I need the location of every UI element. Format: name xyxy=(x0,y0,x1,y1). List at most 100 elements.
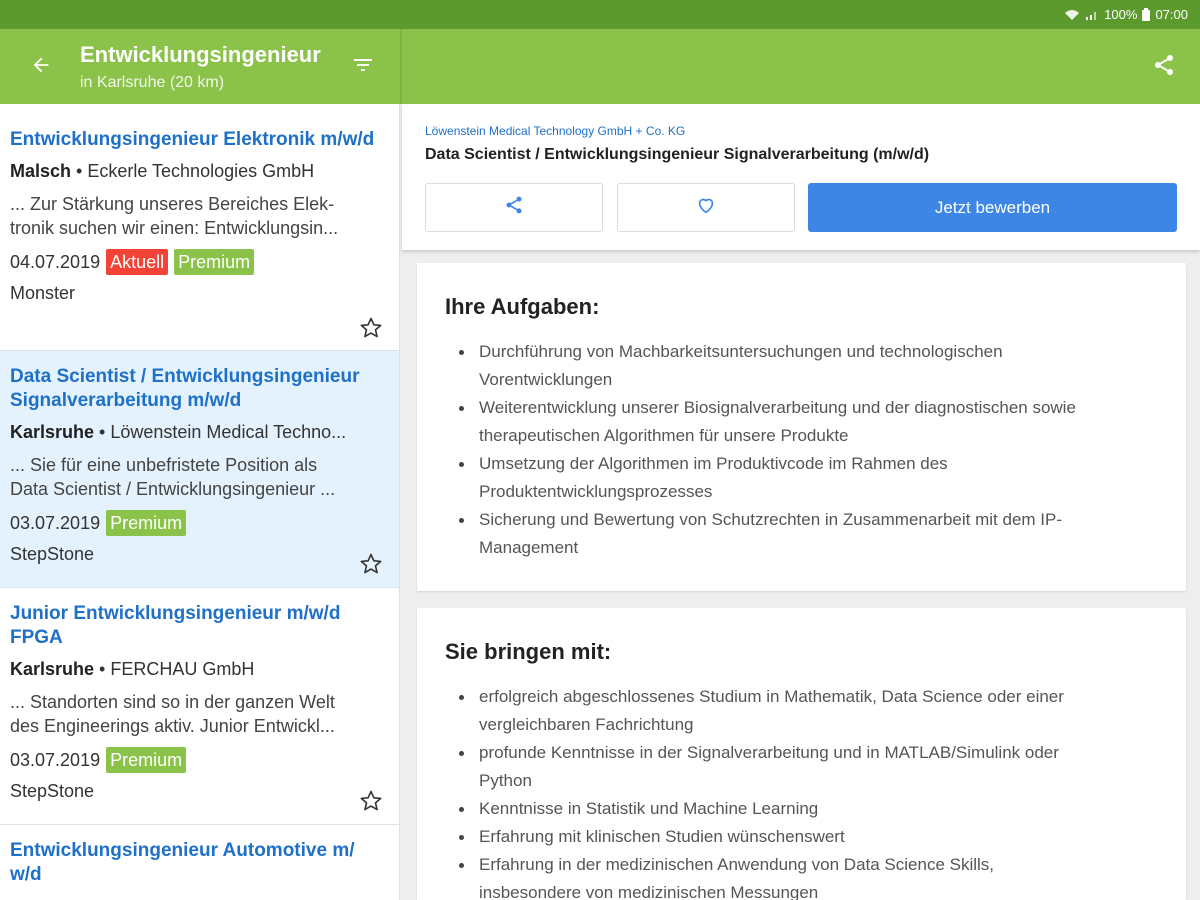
favorite-star-button[interactable] xyxy=(359,316,383,340)
list-item: Sicherung und Bewertung von Schutzrechte… xyxy=(445,506,1158,562)
share-icon xyxy=(504,195,524,220)
apply-button[interactable]: Jetzt bewerben xyxy=(808,183,1177,232)
list-item: Umsetzung der Algorithmen im Produktivco… xyxy=(445,450,1158,506)
battery-percent: 100% xyxy=(1104,7,1138,22)
wifi-icon xyxy=(1064,9,1080,21)
list-item-line: Sicherung und Bewertung von Schutzrechte… xyxy=(479,510,1063,529)
premium-badge: Premium xyxy=(106,510,187,536)
section-heading: Sie bringen mit: xyxy=(445,639,612,664)
job-snippet: ... Standorten sind so in der ganzen Wel… xyxy=(10,690,389,738)
job-location: Malsch xyxy=(10,161,72,181)
job-source: StepStone xyxy=(10,544,95,564)
app-bar: Entwicklungsingenieur in Karlsruhe (20 k… xyxy=(0,29,1200,104)
section-heading: Ihre Aufgaben: xyxy=(445,294,600,319)
job-location-company: Karlsruhe • FERCHAU GmbH xyxy=(10,659,255,679)
list-item: Durchführung von Machbarkeitsuntersuchun… xyxy=(445,338,1158,394)
list-item: profunde Kenntnisse in der Signalverarbe… xyxy=(445,739,1158,795)
search-title: Entwicklungsingenieur xyxy=(80,42,321,67)
section-card-tasks: Ihre Aufgaben: Durchführung von Machbark… xyxy=(417,263,1186,591)
job-company: FERCHAU GmbH xyxy=(110,659,255,679)
job-list-item[interactable]: Junior Entwicklungsingenieur m/w/d FPGA … xyxy=(0,588,399,825)
favorite-button[interactable] xyxy=(617,183,795,232)
job-company: Löwenstein Medical Techno... xyxy=(110,422,347,442)
job-snippet-line: Data Scientist / Entwicklungsingenieur .… xyxy=(10,479,336,499)
star-outline-icon xyxy=(359,553,383,580)
list-item-line: erfolgreich abgeschlossenes Studium in M… xyxy=(479,687,1064,706)
job-snippet: ... Sie für eine unbefristete Position a… xyxy=(10,453,389,501)
section-card-requirements: Sie bringen mit: erfolgreich abgeschloss… xyxy=(417,608,1186,900)
clock: 07:00 xyxy=(1155,7,1188,22)
job-title[interactable]: Entwicklungsingenieur Automotive m/ w/d xyxy=(10,839,389,887)
job-meta-row: 03.07.2019 Premium xyxy=(10,510,389,536)
job-snippet-line: ... Sie für eine unbefristete Position a… xyxy=(10,455,318,475)
job-title[interactable]: Data Scientist / Entwicklungsingenieur S… xyxy=(10,365,389,413)
list-item-line: Erfahrung mit klinischen Studien wünsche… xyxy=(479,827,845,846)
list-item-line: Durchführung von Machbarkeitsuntersuchun… xyxy=(479,342,1003,361)
job-list-item[interactable]: Entwicklungsingenieur Automotive m/ w/d xyxy=(0,825,399,900)
share-icon xyxy=(1152,53,1176,82)
job-date: 03.07.2019 xyxy=(10,749,101,770)
job-snippet-line: des Engineerings aktiv. Junior Entwickl.… xyxy=(10,716,335,736)
job-location-company: Malsch • Eckerle Technologies GmbH xyxy=(10,161,315,181)
search-subtitle: in Karlsruhe (20 km) xyxy=(80,74,225,91)
list-item-line: Erfahrung in der medizinischen Anwendung… xyxy=(479,855,995,874)
list-item: erfolgreich abgeschlossenes Studium in M… xyxy=(445,683,1158,739)
job-title[interactable]: Entwicklungsingenieur Elektronik m/w/d xyxy=(10,128,389,152)
star-outline-icon xyxy=(359,790,383,817)
job-meta-row: 04.07.2019 Aktuell Premium xyxy=(10,249,389,275)
current-badge: Aktuell xyxy=(106,249,169,275)
job-snippet-line: ... Standorten sind so in der ganzen Wel… xyxy=(10,692,335,712)
job-company: Eckerle Technologies GmbH xyxy=(87,161,315,181)
search-header: Entwicklungsingenieur in Karlsruhe (20 k… xyxy=(0,29,400,104)
premium-badge: Premium xyxy=(174,249,255,275)
heart-outline-icon xyxy=(695,194,717,221)
detail-company[interactable]: Löwenstein Medical Technology GmbH + Co.… xyxy=(425,124,685,138)
job-meta-row: 03.07.2019 Premium xyxy=(10,747,389,773)
list-item-line: therapeutischen Algorithmen für unsere P… xyxy=(479,426,849,445)
job-list-item-selected[interactable]: Data Scientist / Entwicklungsingenieur S… xyxy=(0,351,399,588)
list-item-line: profunde Kenntnisse in der Signalverarbe… xyxy=(479,743,1059,762)
job-source: StepStone xyxy=(10,781,95,801)
job-snippet: ... Zur Stärkung unseres Bereiches Elek-… xyxy=(10,192,389,240)
list-item: Erfahrung in der medizinischen Anwendung… xyxy=(445,851,1158,900)
job-list[interactable]: Entwicklungsingenieur Elektronik m/w/d M… xyxy=(0,104,400,900)
job-location-company: Karlsruhe • Löwenstein Medical Techno... xyxy=(10,422,347,442)
battery-icon xyxy=(1142,8,1151,21)
pane-divider xyxy=(400,29,402,104)
list-item-line: Kenntnisse in Statistik und Machine Lear… xyxy=(479,799,819,818)
list-item-line: insbesondere von medizinischen Messungen xyxy=(479,883,819,900)
job-list-item[interactable]: Entwicklungsingenieur Elektronik m/w/d M… xyxy=(0,104,399,351)
star-outline-icon xyxy=(359,317,383,344)
share-button[interactable] xyxy=(1150,53,1178,81)
back-button[interactable] xyxy=(27,53,55,81)
detail-share-button[interactable] xyxy=(425,183,603,232)
detail-job-title: Data Scientist / Entwicklungsingenieur S… xyxy=(425,146,930,163)
list-item-line: Management xyxy=(479,538,579,557)
job-detail-header: Löwenstein Medical Technology GmbH + Co.… xyxy=(402,104,1200,250)
favorite-star-button[interactable] xyxy=(359,552,383,576)
list-item-line: Weiterentwicklung unserer Biosignalverar… xyxy=(479,398,1076,417)
filter-icon xyxy=(351,53,375,82)
signal-icon xyxy=(1085,9,1099,21)
list-item: Weiterentwicklung unserer Biosignalverar… xyxy=(445,394,1158,450)
status-bar: 100% 07:00 xyxy=(0,0,1200,29)
job-location: Karlsruhe xyxy=(10,422,95,442)
job-date: 04.07.2019 xyxy=(10,251,101,272)
job-date: 03.07.2019 xyxy=(10,512,101,533)
job-source: Monster xyxy=(10,283,76,303)
list-item-line: Produktentwicklungsprozesses xyxy=(479,482,713,501)
list-item: Erfahrung mit klinischen Studien wünsche… xyxy=(445,823,1158,851)
section-list: Durchführung von Machbarkeitsuntersuchun… xyxy=(445,338,1158,562)
list-item-line: vergleichbaren Fachrichtung xyxy=(479,715,694,734)
job-location: Karlsruhe xyxy=(10,659,95,679)
premium-badge: Premium xyxy=(106,747,187,773)
list-item: Kenntnisse in Statistik und Machine Lear… xyxy=(445,795,1158,823)
job-title[interactable]: Junior Entwicklungsingenieur m/w/d FPGA xyxy=(10,602,389,650)
filter-button[interactable] xyxy=(348,53,378,81)
list-item-line: Vorentwicklungen xyxy=(479,370,613,389)
favorite-star-button[interactable] xyxy=(359,789,383,813)
list-item-line: Python xyxy=(479,771,532,790)
section-list: erfolgreich abgeschlossenes Studium in M… xyxy=(445,683,1158,900)
job-snippet-line: ... Zur Stärkung unseres Bereiches Elek- xyxy=(10,194,335,214)
list-item-line: Umsetzung der Algorithmen im Produktivco… xyxy=(479,454,948,473)
